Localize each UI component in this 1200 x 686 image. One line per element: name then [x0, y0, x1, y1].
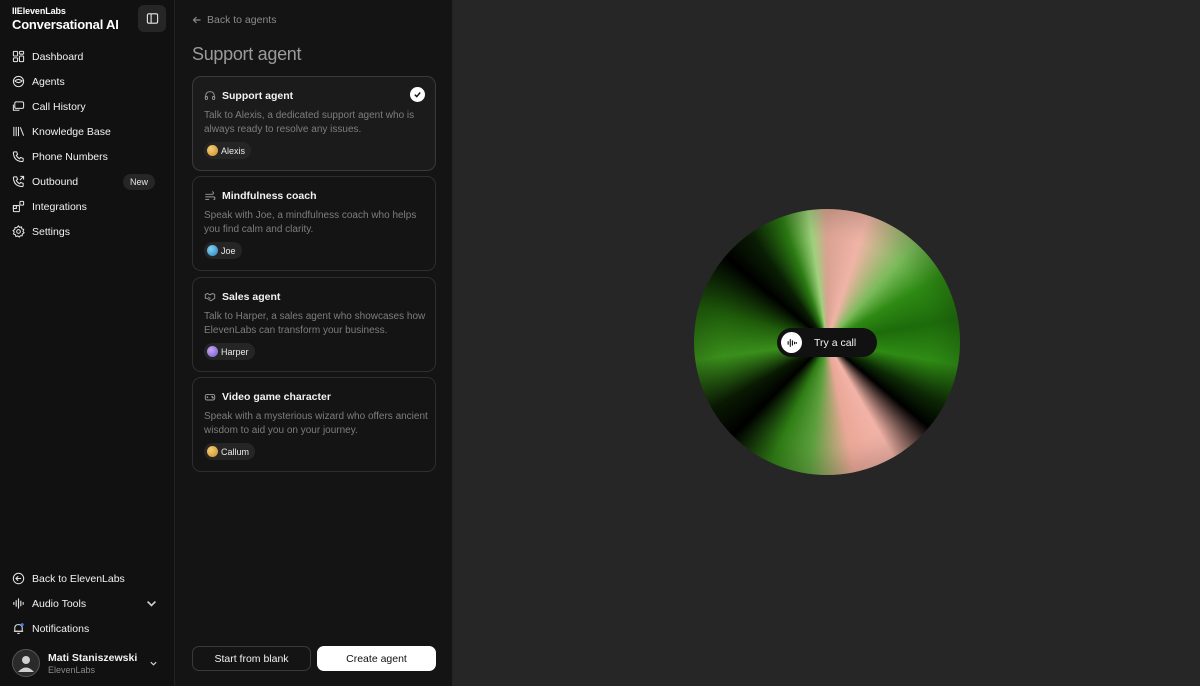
- user-org: ElevenLabs: [48, 664, 96, 675]
- agent-card-sales[interactable]: Sales agent Talk to Harper, a sales agen…: [192, 277, 436, 372]
- agent-card-mindfulness[interactable]: Mindfulness coach Speak with Joe, a mind…: [192, 176, 436, 271]
- nav-label: Outbound: [32, 175, 79, 188]
- phone-outgoing-icon: [12, 175, 25, 188]
- nav-item-settings[interactable]: Settings: [0, 219, 175, 244]
- gamepad-icon: [204, 393, 216, 401]
- nav-label: Call History: [32, 100, 86, 113]
- agent-template-panel: Back to agents Support agent Support age…: [175, 0, 453, 686]
- gear-icon: [12, 225, 25, 238]
- try-a-call-button[interactable]: Try a call: [777, 328, 877, 357]
- chevron-down-icon: [147, 600, 156, 607]
- nav-label: Phone Numbers: [32, 150, 108, 163]
- nav-label: Dashboard: [32, 50, 84, 63]
- nav-label: Back to ElevenLabs: [32, 572, 125, 585]
- start-from-blank-button[interactable]: Start from blank: [192, 646, 311, 671]
- voice-avatar-icon: [207, 346, 218, 357]
- agent-card-support[interactable]: Support agent Talk to Alexis, a dedicate…: [192, 76, 436, 171]
- nav-item-phone-numbers[interactable]: Phone Numbers: [0, 144, 175, 169]
- chevron-down-icon: [150, 661, 157, 666]
- voice-avatar-icon: [207, 446, 218, 457]
- voice-avatar-icon: [207, 145, 218, 156]
- selected-check-icon: [410, 87, 425, 102]
- new-badge: New: [122, 173, 155, 190]
- arrow-left-circle-icon: [12, 572, 25, 585]
- nav-label: Integrations: [32, 200, 87, 213]
- voice-name: Joe: [221, 245, 236, 256]
- headset-icon: [204, 91, 216, 100]
- nav-item-back-to-elevenlabs[interactable]: Back to ElevenLabs: [0, 566, 175, 591]
- phone-icon: [12, 151, 24, 163]
- bottom-nav: Back to ElevenLabs Audio Tools Notificat…: [0, 566, 175, 641]
- nav-label: Settings: [32, 225, 70, 238]
- nav-item-outbound[interactable]: Outbound New: [0, 169, 175, 194]
- user-avatar-icon: [18, 656, 34, 672]
- user-menu[interactable]: Mati Staniszewski ElevenLabs: [12, 649, 162, 677]
- back-label: Back to agents: [207, 14, 277, 26]
- arrow-left-icon: [192, 16, 201, 24]
- voice-avatar-icon: [207, 245, 218, 256]
- card-description: Speak with a mysterious wizard who offer…: [204, 411, 428, 436]
- create-agent-button[interactable]: Create agent: [317, 646, 436, 671]
- nav-label: Agents: [32, 75, 65, 88]
- card-description: Talk to Alexis, a dedicated support agen…: [204, 110, 415, 135]
- card-title: Support agent: [222, 90, 294, 102]
- agent-card-video-game[interactable]: Video game character Speak with a myster…: [192, 377, 436, 472]
- sidebar: IIElevenLabs Conversational AI Dashboard…: [0, 0, 175, 686]
- brand-logo[interactable]: IIElevenLabs Conversational AI: [12, 6, 119, 32]
- voice-chip: Harper: [204, 343, 255, 360]
- wind-icon: [205, 191, 216, 201]
- sidebar-toggle-icon: [146, 13, 158, 24]
- books-icon: [13, 126, 25, 137]
- nav-item-knowledge-base[interactable]: Knowledge Base: [0, 119, 175, 144]
- nav-item-agents[interactable]: Agents: [0, 69, 175, 94]
- waveform-icon: [13, 598, 24, 609]
- voice-name: Harper: [221, 346, 249, 357]
- card-title: Sales agent: [222, 291, 281, 303]
- nav-item-dashboard[interactable]: Dashboard: [0, 44, 175, 69]
- page-title: Support agent: [192, 44, 302, 64]
- voice-name: Callum: [221, 446, 250, 457]
- nav-item-integrations[interactable]: Integrations: [0, 194, 175, 219]
- puzzle-icon: [12, 200, 25, 213]
- nav-label: Notifications: [32, 622, 90, 635]
- voice-name: Alexis: [221, 145, 246, 156]
- card-description: Talk to Harper, a sales agent who showca…: [204, 311, 426, 336]
- nav-label: Knowledge Base: [32, 125, 111, 138]
- nav-item-notifications[interactable]: Notifications: [0, 616, 175, 641]
- voice-chip: Callum: [204, 443, 256, 460]
- nav-item-audio-tools[interactable]: Audio Tools: [0, 591, 175, 616]
- main-nav: Dashboard Agents Call History Knowledge …: [0, 44, 175, 244]
- nav-item-call-history[interactable]: Call History: [0, 94, 175, 119]
- brand-wordmark: IIElevenLabs: [12, 6, 66, 16]
- voice-wave-icon: [781, 332, 802, 353]
- grid-icon: [12, 50, 25, 63]
- sidebar-toggle-button[interactable]: [138, 5, 166, 32]
- bell-icon: [13, 623, 24, 635]
- call-stage: Try a call: [453, 0, 1200, 686]
- avatar: [12, 649, 40, 677]
- voice-chip: Alexis: [204, 142, 252, 159]
- chat-icon: [12, 101, 25, 111]
- card-title: Mindfulness coach: [222, 190, 317, 202]
- back-to-agents-link[interactable]: Back to agents: [192, 14, 276, 26]
- call-label: Try a call: [814, 336, 857, 349]
- card-description: Speak with Joe, a mindfulness coach who …: [204, 210, 417, 235]
- nav-label: Audio Tools: [32, 597, 87, 610]
- voice-chip: Joe: [204, 242, 242, 259]
- card-title: Video game character: [222, 391, 331, 403]
- agents-icon: [12, 75, 25, 88]
- handshake-icon: [204, 293, 216, 302]
- brand-product-name: Conversational AI: [12, 17, 119, 32]
- user-name: Mati Staniszewski: [48, 651, 138, 664]
